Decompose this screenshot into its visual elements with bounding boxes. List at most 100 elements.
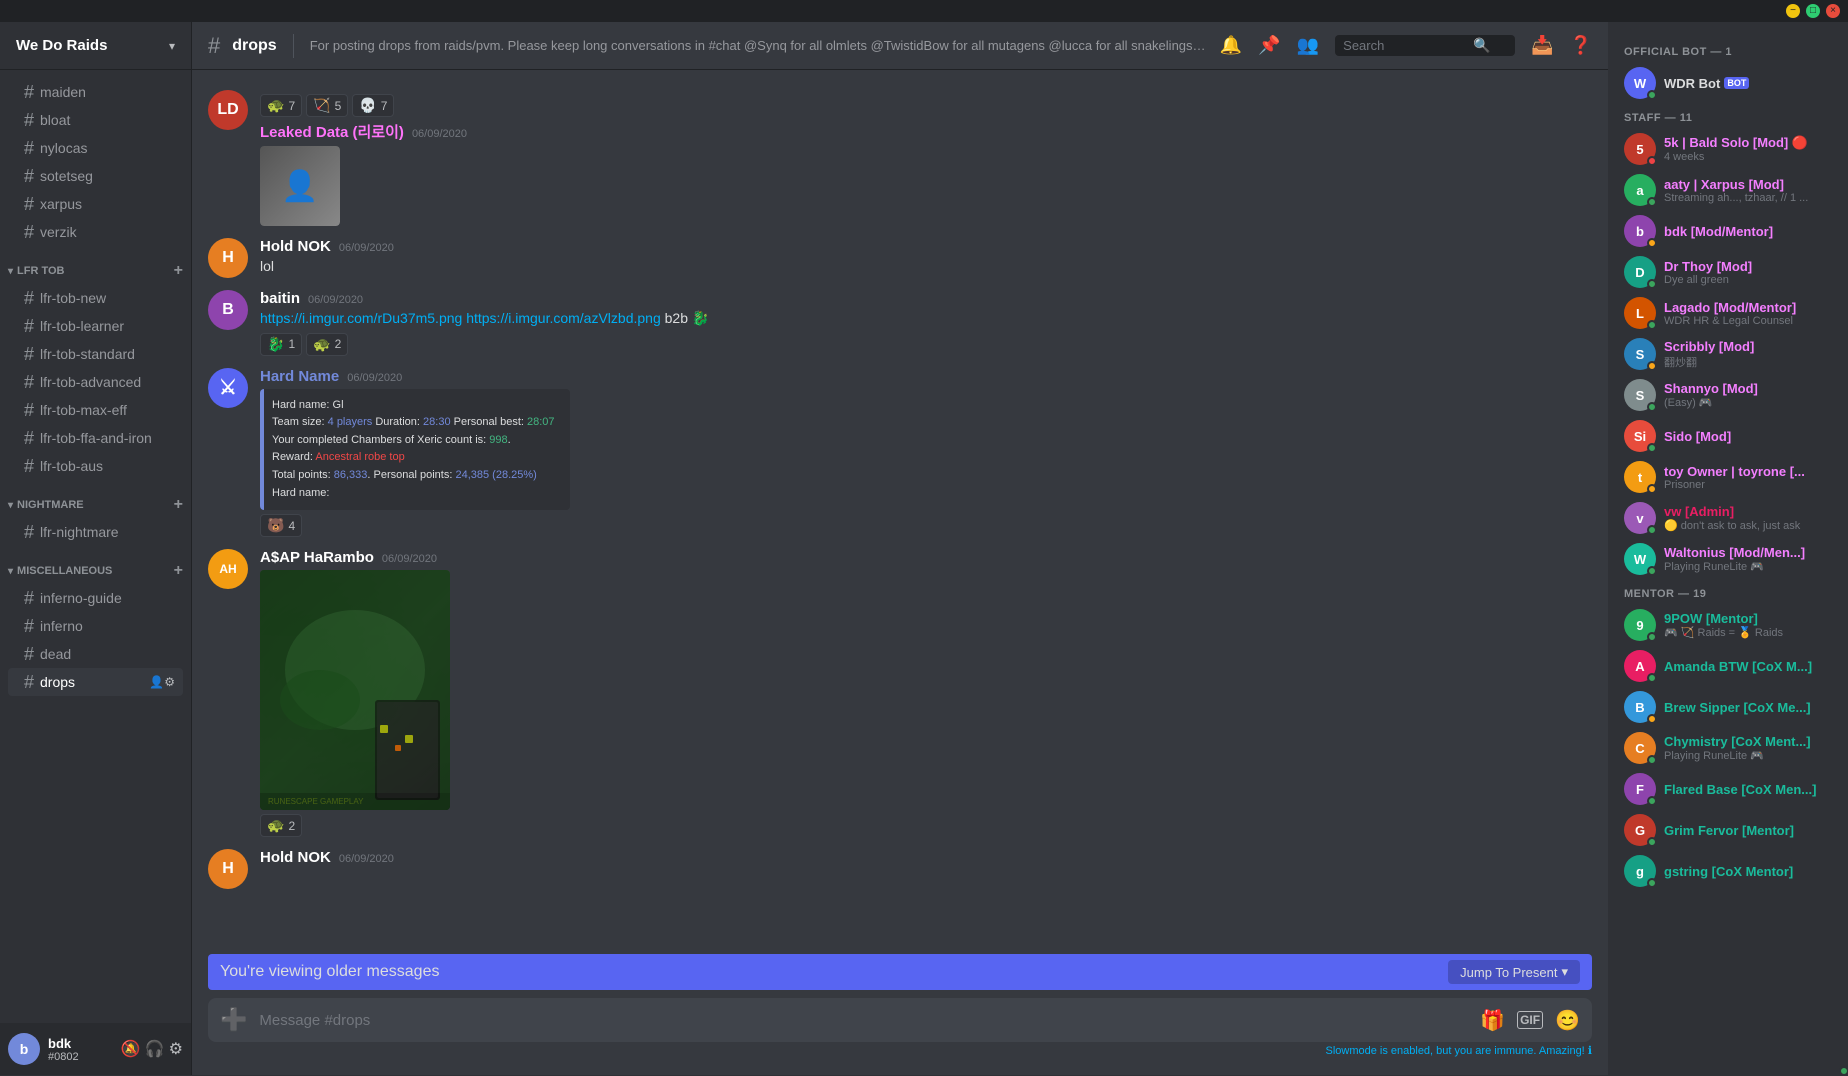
member-status: 4 weeks <box>1664 151 1832 163</box>
search-box[interactable]: 🔍 <box>1335 35 1515 56</box>
channel-item-nylocas[interactable]: # nylocas <box>8 134 183 162</box>
channel-item-lfr-tob-aus[interactable]: # lfr-tob-aus <box>8 452 183 480</box>
inbox-icon[interactable]: 📥 <box>1531 35 1553 56</box>
reaction-item[interactable]: 🐉 1 <box>260 333 302 356</box>
reaction-item[interactable]: 💀 7 <box>352 94 394 117</box>
message-author[interactable]: Hold NOK <box>260 238 331 255</box>
channel-item-sotetseg[interactable]: # sotetseg <box>8 162 183 190</box>
channel-item-inferno-guide[interactable]: # inferno-guide <box>8 584 183 612</box>
message-author[interactable]: A$AP HaRambo <box>260 549 374 566</box>
member-item-grim-fervor[interactable]: G Grim Fervor [Mentor] <box>1616 810 1840 850</box>
add-channel-button[interactable]: + <box>174 262 183 280</box>
notification-bell-icon[interactable]: 🔔 <box>1220 35 1242 56</box>
channel-item-verzik[interactable]: # verzik <box>8 218 183 246</box>
member-item-brew-sipper[interactable]: B Brew Sipper [CoX Me...] <box>1616 687 1840 727</box>
category-lfr-tob[interactable]: ▾ LFR TOB + <box>0 246 191 284</box>
reaction-emoji: 🐉 <box>267 336 284 353</box>
message-author[interactable]: Hard Name <box>260 368 339 385</box>
channel-item-lfr-tob-new[interactable]: # lfr-tob-new <box>8 284 183 312</box>
member-item-aaty[interactable]: a aaty | Xarpus [Mod] Streaming ah..., t… <box>1616 170 1840 210</box>
reaction-item[interactable]: 🐻 4 <box>260 514 302 537</box>
channel-item-lfr-nightmare[interactable]: # lfr-nightmare <box>8 518 183 546</box>
maximize-button[interactable]: □ <box>1806 4 1820 18</box>
messages-area[interactable]: LD 🐢 7 🏹 5 💀 7 <box>192 70 1608 954</box>
jump-label: Jump To Present <box>1460 965 1557 980</box>
slowmode-notice: Slowmode is enabled, but you are immune.… <box>208 1042 1592 1059</box>
add-channel-button[interactable]: + <box>174 562 183 580</box>
channel-label: bloat <box>40 112 70 128</box>
channel-hash-icon: # <box>24 400 34 421</box>
members-sidebar: OFFICIAL BOT — 1 W WDR Bot BOT STAFF — 1… <box>1608 22 1848 1075</box>
search-icon: 🔍 <box>1473 37 1490 54</box>
member-item-waltonius[interactable]: W Waltonius [Mod/Men...] Playing RuneLit… <box>1616 539 1840 579</box>
help-icon[interactable]: ❓ <box>1570 35 1592 56</box>
add-attachment-button[interactable]: ➕ <box>220 1007 247 1033</box>
emoji-icon[interactable]: 😊 <box>1555 1008 1580 1033</box>
server-header[interactable]: We Do Raids ▾ <box>0 22 191 70</box>
channel-item-lfr-tob-advanced[interactable]: # lfr-tob-advanced <box>8 368 183 396</box>
message-input[interactable] <box>259 1012 1480 1029</box>
mute-icon[interactable]: 🔕 <box>121 1039 141 1059</box>
member-item-toyowner[interactable]: t toy Owner | toyrone [... Prisoner <box>1616 457 1840 497</box>
message-author[interactable]: Leaked Data (리로이) <box>260 121 404 142</box>
member-item-sido[interactable]: Si Sido [Mod] <box>1616 416 1840 456</box>
channel-item-lfr-tob-learner[interactable]: # lfr-tob-learner <box>8 312 183 340</box>
channel-item-dead[interactable]: # dead <box>8 640 183 668</box>
member-item-lagado[interactable]: L Lagado [Mod/Mentor] WDR HR & Legal Cou… <box>1616 293 1840 333</box>
channel-item-lfr-tob-ffa[interactable]: # lfr-tob-ffa-and-iron <box>8 424 183 452</box>
deafen-icon[interactable]: 🎧 <box>145 1039 165 1059</box>
member-item-vw[interactable]: v vw [Admin] 🟡 don't ask to ask, just as… <box>1616 498 1840 538</box>
reaction-item[interactable]: 🐢 7 <box>260 94 302 117</box>
gif-button[interactable]: GIF <box>1517 1011 1543 1029</box>
search-input[interactable] <box>1343 38 1473 53</box>
server-chevron-icon: ▾ <box>169 39 175 53</box>
jump-to-present-button[interactable]: Jump To Present ▾ <box>1448 960 1580 984</box>
channel-hash-icon: # <box>24 428 34 449</box>
category-miscellaneous[interactable]: ▾ MISCELLANEOUS + <box>0 546 191 584</box>
member-avatar: 9 <box>1624 609 1656 641</box>
reactions: 🐢 7 🏹 5 💀 7 <box>260 94 1592 117</box>
member-avatar: t <box>1624 461 1656 493</box>
settings-icon[interactable]: ⚙ <box>169 1039 183 1059</box>
message-link[interactable]: https://i.imgur.com/azVlzbd.png <box>466 310 661 326</box>
member-item-amanda[interactable]: A Amanda BTW [CoX M...] <box>1616 646 1840 686</box>
close-button[interactable]: × <box>1826 4 1840 18</box>
member-item-9pow[interactable]: 9 9POW [Mentor] 🎮 🏹 Raids = 🏅 Raids <box>1616 605 1840 645</box>
channel-item-bloat[interactable]: # bloat <box>8 106 183 134</box>
member-item-shannyo[interactable]: S Shannyo [Mod] (Easy) 🎮 <box>1616 375 1840 415</box>
add-channel-button[interactable]: + <box>174 496 183 514</box>
members-icon[interactable]: 👥 <box>1297 35 1319 56</box>
channel-item-maiden[interactable]: # maiden <box>8 78 183 106</box>
channel-settings-icons[interactable]: 👤⚙ <box>149 675 175 689</box>
message-content: Hard Name 06/09/2020 Hard name: Gl Team … <box>260 368 1592 538</box>
channel-item-lfr-tob-standard[interactable]: # lfr-tob-standard <box>8 340 183 368</box>
member-item-gstring[interactable]: g gstring [CoX Mentor] <box>1616 851 1840 891</box>
message-link[interactable]: https://i.imgur.com/rDu37m5.png <box>260 310 462 326</box>
member-item-chymistry[interactable]: C Chymistry [CoX Ment...] Playing RuneLi… <box>1616 728 1840 768</box>
reaction-item[interactable]: 🐢 2 <box>306 333 348 356</box>
channel-item-xarpus[interactable]: # xarpus <box>8 190 183 218</box>
member-avatar: G <box>1624 814 1656 846</box>
channel-item-drops[interactable]: # drops 👤⚙ <box>8 668 183 696</box>
gift-icon[interactable]: 🎁 <box>1480 1008 1505 1033</box>
member-item-5k-bald[interactable]: 5 5k | Bald Solo [Mod] 🔴 4 weeks <box>1616 129 1840 169</box>
category-nightmare[interactable]: ▾ NIGHTMARE + <box>0 480 191 518</box>
minimize-button[interactable]: − <box>1786 4 1800 18</box>
message-author[interactable]: Hold NOK <box>260 849 331 866</box>
reaction-item[interactable]: 🏹 5 <box>306 94 348 117</box>
channel-item-inferno[interactable]: # inferno <box>8 612 183 640</box>
channel-hash-icon: # <box>24 372 34 393</box>
member-item-wdr-bot[interactable]: W WDR Bot BOT <box>1616 63 1840 103</box>
message-author[interactable]: baitin <box>260 290 300 307</box>
message-timestamp: 06/09/2020 <box>339 853 394 865</box>
member-item-bdk[interactable]: b bdk [Mod/Mentor] <box>1616 211 1840 251</box>
reaction-emoji: 🐻 <box>267 517 284 534</box>
pin-icon[interactable]: 📌 <box>1258 35 1280 56</box>
member-item-flared[interactable]: F Flared Base [CoX Men...] <box>1616 769 1840 809</box>
member-item-drthoy[interactable]: D Dr Thoy [Mod] Dye all green <box>1616 252 1840 292</box>
member-item-scribbly[interactable]: S Scribbly [Mod] 翻炒翻 <box>1616 334 1840 374</box>
reaction-item[interactable]: 🐢 2 <box>260 814 302 837</box>
message-content: A$AP HaRambo 06/09/2020 <box>260 549 1592 837</box>
channel-item-lfr-tob-max-eff[interactable]: # lfr-tob-max-eff <box>8 396 183 424</box>
user-discriminator: #0802 <box>48 1051 121 1063</box>
